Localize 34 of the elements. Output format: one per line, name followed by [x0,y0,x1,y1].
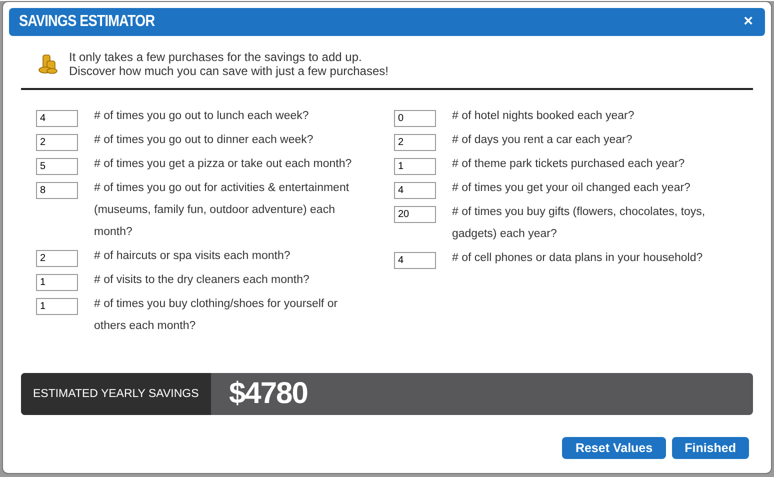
intro-text: It only takes a few purchases for the savings to add up. Discover how much you can save with just a few purchases! [69,50,388,78]
number-field[interactable]: 0 [394,110,436,127]
window-title: SAVINGS ESTIMATOR [19,13,155,31]
number-field[interactable]: 4 [394,252,436,269]
question-label: # of times you go out to dinner each week? [94,133,314,148]
savings-amount: $4780 [228,376,308,412]
question-label: # of theme park tickets purchased each year? [452,157,686,172]
number-field[interactable]: 4 [394,182,436,199]
number-field[interactable]: 1 [36,298,78,315]
question-label: # of visits to the dry cleaners each month? [94,273,310,288]
number-field[interactable]: 2 [36,250,78,267]
question-label: # of times you buy clothing/shoes for yourself or others each month? [94,297,339,334]
coins-icon [37,53,59,75]
question-label: # of times you get your oil changed each year? [452,181,692,196]
number-field[interactable]: 20 [394,206,436,223]
number-field[interactable]: 4 [36,110,78,127]
action-button[interactable]: Finished [672,437,749,459]
number-field[interactable]: 1 [36,274,78,291]
question-label: # of cell phones or data plans in your household? [452,251,704,266]
savings-label: ESTIMATED YEARLY SAVINGS [21,373,211,415]
question-label: # of times you buy gifts (flowers, chocolates, toys, gadgets) each year? [452,205,706,242]
question-label: # of times you go out for activities & entertainment (museums, family fun, outdoor adventure) each month? [94,181,350,240]
question-label: # of times you go out to lunch each week? [94,109,310,124]
number-field[interactable]: 1 [394,158,436,175]
question-label: # of haircuts or spa visits each month? [94,249,292,264]
number-field[interactable]: 8 [36,182,78,199]
question-label: # of days you rent a car each year? [452,133,634,148]
number-field[interactable]: 5 [36,158,78,175]
number-field[interactable]: 2 [394,134,436,151]
close-button[interactable]: × [744,13,753,31]
action-button[interactable]: Reset Values [562,437,666,459]
number-field[interactable]: 2 [36,134,78,151]
question-label: # of times you get a pizza or take out each month? [94,157,353,172]
question-label: # of hotel nights booked each year? [452,109,636,124]
